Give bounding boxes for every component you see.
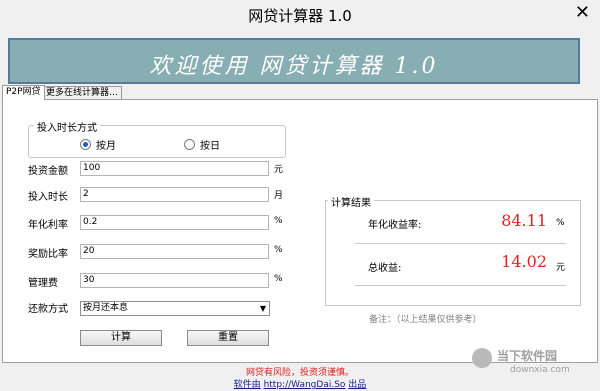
duration-input[interactable]: 2 — [80, 187, 269, 202]
tab-p2p[interactable]: P2P网贷 — [2, 85, 45, 100]
watermark-name: 当下软件园 — [497, 349, 558, 363]
radio-unchecked-icon — [184, 139, 195, 150]
results-legend: 计算结果 — [328, 194, 374, 209]
amount-input[interactable]: 100 — [80, 161, 269, 176]
radio-daily-label: 按日 — [200, 141, 220, 152]
management-fee-unit: % — [274, 274, 283, 284]
total-income-unit: 元 — [556, 263, 566, 273]
duration-label: 投入时长 — [28, 192, 68, 203]
window-title: 网贷计算器 1.0 — [248, 7, 352, 25]
annual-rate-unit: % — [274, 216, 283, 226]
duration-unit: 月 — [274, 191, 284, 201]
total-income-label: 总收益: — [368, 263, 402, 274]
welcome-banner: 欢迎使用 网贷计算器 1.0 — [8, 38, 580, 84]
amount-label: 投资金额 — [28, 166, 68, 177]
close-icon[interactable]: ✕ — [575, 4, 590, 22]
radio-daily[interactable]: 按日 — [184, 137, 220, 152]
repayment-select[interactable]: 按月还本息 ▼ — [80, 301, 270, 316]
credit-suffix: 出品 — [348, 380, 367, 390]
chevron-down-icon: ▼ — [259, 304, 266, 313]
management-fee-label: 管理费 — [28, 278, 58, 289]
repayment-label: 还款方式 — [28, 304, 68, 315]
reward-rate-unit: % — [274, 245, 283, 255]
reward-rate-label: 奖励比率 — [28, 249, 68, 260]
annual-yield-label: 年化收益率: — [368, 220, 422, 231]
amount-unit: 元 — [274, 165, 284, 175]
repayment-selected-value: 按月还本息 — [83, 303, 129, 313]
title-bar: 网贷计算器 1.0 ✕ — [0, 0, 600, 28]
radio-monthly-label: 按月 — [96, 141, 116, 152]
watermark-logo-icon — [472, 348, 492, 368]
period-mode-legend: 投入时长方式 — [34, 119, 100, 134]
watermark-url: downxia.com — [510, 365, 570, 375]
reward-rate-input[interactable]: 20 — [80, 244, 269, 259]
tab-more-calculators[interactable]: 更多在线计算器… — [42, 86, 123, 100]
credit-link[interactable]: http://WangDai.So — [264, 380, 346, 390]
results-note: 备注：（以上结果仅供参考） — [369, 315, 482, 325]
annual-rate-input[interactable]: 0.2 — [80, 215, 269, 230]
credit-line: 软件由 http://WangDai.So 出品 — [0, 377, 600, 390]
annual-yield-unit: % — [556, 218, 565, 228]
banner-text: 欢迎使用 网贷计算器 1.0 — [149, 54, 439, 79]
calculate-button[interactable]: 计算 — [80, 330, 162, 346]
annual-yield-value: 84.11 — [501, 211, 547, 230]
radio-checked-icon — [80, 139, 91, 150]
credit-prefix: 软件由 — [233, 380, 261, 390]
annual-rate-label: 年化利率 — [28, 220, 68, 231]
reset-button[interactable]: 重置 — [187, 330, 269, 346]
results-divider — [355, 285, 566, 286]
results-divider — [355, 243, 566, 244]
total-income-value: 14.02 — [501, 252, 547, 271]
radio-monthly[interactable]: 按月 — [80, 137, 116, 152]
management-fee-input[interactable]: 30 — [80, 273, 269, 288]
